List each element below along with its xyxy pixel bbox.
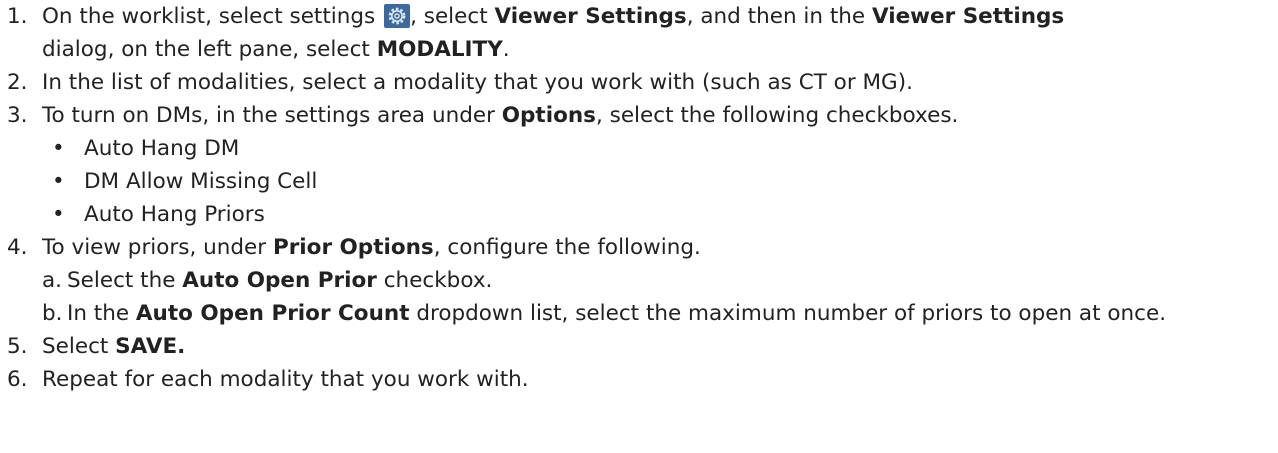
item-letter: b.: [42, 301, 63, 326]
list-item: • DM Allow Missing Cell: [42, 165, 1278, 198]
list-item: a. Select the Auto Open Prior checkbox.: [42, 264, 1278, 297]
step-text: In the list of modalities, select a moda…: [42, 70, 913, 95]
bullet-marker: •: [52, 169, 65, 194]
step-5: 5. Select SAVE.: [0, 330, 1278, 363]
step-4: 4. To view priors, under Prior Options, …: [0, 231, 1278, 264]
bullet-text: Auto Hang Priors: [84, 202, 265, 227]
bullet-marker: •: [52, 202, 65, 227]
ui-term: SAVE.: [115, 334, 186, 359]
step-number: 1.: [7, 4, 28, 29]
list-item: • Auto Hang Priors: [42, 198, 1278, 231]
step-text: Repeat for each modality that you work w…: [42, 367, 529, 392]
ui-term: Auto Open Prior: [182, 268, 377, 293]
step-3: 3. To turn on DMs, in the settings area …: [0, 99, 1278, 132]
step-number: 6.: [7, 367, 28, 392]
list-item: • Auto Hang DM: [42, 132, 1278, 165]
bullet-text: Auto Hang DM: [84, 136, 240, 161]
settings-gear-icon: [384, 4, 411, 28]
item-text: checkbox.: [376, 268, 493, 293]
step-text: On the worklist, select settings: [42, 4, 383, 29]
step-number: 4.: [7, 235, 28, 260]
step-number: 3.: [7, 103, 28, 128]
ui-term: Auto Open Prior Count: [135, 301, 410, 326]
item-text: In the: [67, 301, 136, 326]
bullet-list: • Auto Hang DM • DM Allow Missing Cell • Au…: [0, 132, 1278, 231]
bullet-text: DM Allow Missing Cell: [84, 169, 318, 194]
step-text: .: [502, 37, 510, 62]
ui-term: Prior Options: [272, 235, 434, 260]
step-text: , configure the following.: [433, 235, 701, 260]
step-text: , select the following checkboxes.: [595, 103, 959, 128]
step-text: dialog, on the left pane, select: [42, 37, 377, 62]
ui-term: Viewer Settings: [494, 4, 687, 29]
bullet-marker: •: [52, 136, 65, 161]
step-number: 5.: [7, 334, 28, 359]
step-6: 6. Repeat for each modality that you wor…: [0, 363, 1278, 396]
ui-term: MODALITY: [376, 37, 503, 62]
step-text: , and then in the: [686, 4, 872, 29]
item-text: Select the: [67, 268, 183, 293]
item-text: dropdown list, select the maximum number…: [409, 301, 1167, 326]
step-text: Select: [42, 334, 116, 359]
item-letter: a.: [42, 268, 63, 293]
step-number: 2.: [7, 70, 28, 95]
ui-term: Viewer Settings: [871, 4, 1065, 29]
step-text: To view priors, under: [42, 235, 273, 260]
step-2: 2. In the list of modalities, select a m…: [0, 66, 1278, 99]
step-text: To turn on DMs, in the settings area und…: [42, 103, 502, 128]
step-text: , select: [410, 4, 495, 29]
lettered-list: a. Select the Auto Open Prior checkbox. b…: [0, 264, 1278, 330]
ui-term: Options: [501, 103, 596, 128]
list-item: b. In the Auto Open Prior Count dropdown …: [42, 297, 1278, 330]
step-1: 1. On the worklist, select settings , se…: [0, 0, 1278, 66]
instruction-list: 1. On the worklist, select settings , se…: [0, 0, 1278, 396]
